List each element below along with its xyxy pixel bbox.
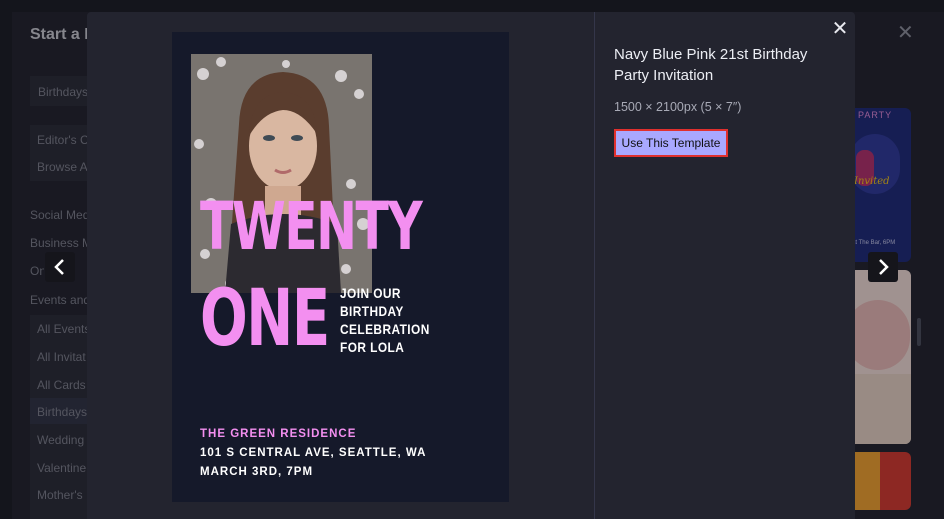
template-size: 1500 × 2100px (5 × 7″) xyxy=(614,100,742,114)
poster-subtext-line: CELEBRATION xyxy=(340,321,430,337)
template-title: Navy Blue Pink 21st Birthday Party Invit… xyxy=(614,46,808,84)
poster-date: MARCH 3RD, 7PM xyxy=(200,466,314,478)
poster-subtext-line: FOR LOLA xyxy=(340,339,405,355)
chevron-left-icon xyxy=(54,259,64,275)
poster-subtext-line: JOIN OUR xyxy=(340,285,401,301)
close-icon[interactable]: ✕ xyxy=(831,19,849,39)
poster-subtext-line: BIRTHDAY xyxy=(340,303,404,319)
template-preview-modal: TWENTY ONE JOIN OUR BIRTHDAY CELEBRATION… xyxy=(87,12,855,519)
template-poster: TWENTY ONE JOIN OUR BIRTHDAY CELEBRATION… xyxy=(172,32,509,502)
poster-address: 101 S CENTRAL AVE, SEATTLE, WA xyxy=(200,447,427,459)
previous-template-button[interactable] xyxy=(45,252,75,282)
template-preview-area: TWENTY ONE JOIN OUR BIRTHDAY CELEBRATION… xyxy=(87,12,594,519)
modal-divider xyxy=(594,12,595,519)
poster-headline-line2: ONE xyxy=(200,274,330,364)
next-template-button[interactable] xyxy=(868,252,898,282)
poster-venue: THE GREEN RESIDENCE xyxy=(200,428,357,440)
poster-subtext: JOIN OUR BIRTHDAY CELEBRATION FOR LOLA xyxy=(340,284,430,356)
poster-headline-line1: TWENTY xyxy=(200,188,423,265)
use-this-template-button[interactable]: Use This Template xyxy=(614,129,728,157)
chevron-right-icon xyxy=(879,259,889,275)
